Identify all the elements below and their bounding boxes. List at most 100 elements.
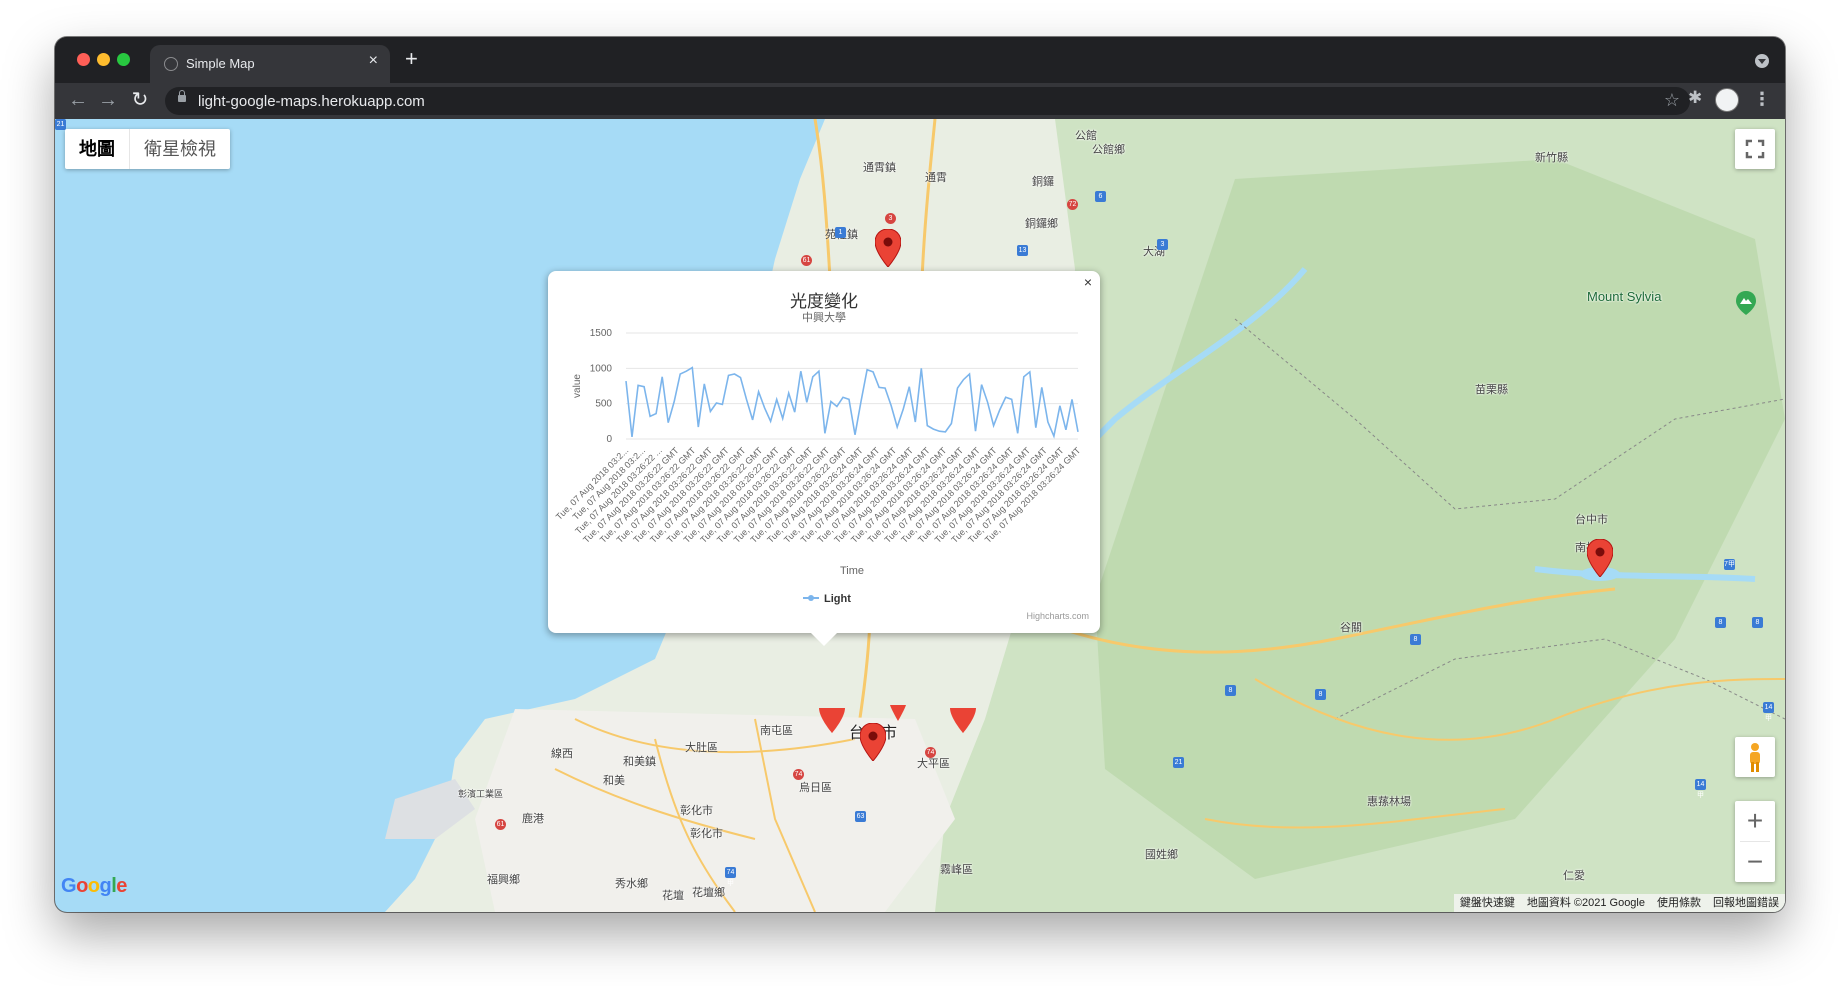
map-label: 大平區 — [917, 758, 950, 770]
minimize-window-button[interactable] — [97, 53, 110, 66]
browser-window: Simple Map × + ← → ↻ light-google-maps.h… — [55, 37, 1785, 912]
series-line-light — [625, 366, 1079, 439]
legend-item-light[interactable]: Light — [824, 593, 851, 605]
back-button[interactable]: ← — [65, 87, 91, 113]
map-marker-pin[interactable] — [885, 705, 911, 721]
map-label: 大肚區 — [685, 742, 718, 754]
report-error-link[interactable]: 回報地圖錯誤 — [1713, 894, 1779, 912]
map-label: 彰化市 — [690, 828, 723, 840]
map-label: 烏日區 — [799, 782, 832, 794]
pegman-icon — [1750, 743, 1760, 772]
address-bar[interactable]: light-google-maps.herokuapp.com ☆ — [165, 87, 1690, 115]
map-marker-pin[interactable] — [819, 705, 845, 733]
route-shield: 8 — [1410, 634, 1421, 645]
map-label: 鹿港 — [522, 813, 544, 825]
browser-toolbar: ← → ↻ light-google-maps.herokuapp.com ☆ … — [55, 83, 1785, 119]
map-label: 苗栗縣 — [1475, 384, 1508, 396]
map-label: 福興鄉 — [487, 874, 520, 886]
map-label: 彰化市 — [680, 805, 713, 817]
bookmark-star-icon[interactable]: ☆ — [1664, 90, 1680, 111]
profile-avatar[interactable] — [1715, 88, 1739, 112]
map-label: 彰濱工業區 — [458, 789, 504, 799]
map-label: 花壇 — [662, 890, 684, 902]
route-shield: 6 — [1095, 191, 1106, 202]
map-label: 霧峰區 — [940, 864, 973, 876]
map-label: 和美鎮 — [623, 756, 656, 768]
info-window: × 光度變化 中興大學 0 500 1000 1500 value Tue, 07 Aug… — [548, 271, 1100, 646]
route-shield: 74 — [793, 769, 804, 780]
fullscreen-button[interactable] — [1735, 129, 1775, 169]
url-text: light-google-maps.herokuapp.com — [198, 93, 425, 110]
map-type-map-button[interactable]: 地圖 — [65, 129, 130, 169]
map-label: 台中市 — [1575, 514, 1608, 526]
map-label: 秀水鄉 — [615, 878, 648, 890]
google-logo[interactable]: Google — [61, 875, 127, 898]
y-tick-label: 500 — [595, 399, 612, 410]
new-tab-button[interactable]: + — [405, 48, 418, 70]
route-shield: 74甲 — [725, 867, 736, 887]
route-shield: 63 — [855, 811, 866, 822]
map-marker-pin[interactable] — [860, 723, 886, 761]
zoom-out-button[interactable]: − — [1735, 842, 1775, 882]
y-tick-label: 0 — [606, 434, 612, 445]
tab-title: Simple Map — [186, 56, 255, 71]
map-attribution: 鍵盤快速鍵 地圖資料 ©2021 Google 使用條款 回報地圖錯誤 — [1453, 894, 1785, 912]
map-label: 銅鑼鄉 — [1025, 218, 1058, 230]
zoom-in-button[interactable]: + — [1735, 801, 1775, 841]
extensions-icon[interactable]: ✱ — [1688, 88, 1702, 108]
title-bar: Simple Map × + — [55, 37, 1785, 83]
route-shield: 8 — [1225, 685, 1236, 696]
map-type-control: 地圖 衛星檢視 — [65, 129, 230, 169]
x-axis-title: Time — [840, 565, 864, 577]
maximize-window-button[interactable] — [117, 53, 130, 66]
map-label: 通霄 — [925, 172, 947, 184]
close-window-button[interactable] — [77, 53, 90, 66]
map-label: 公館鄉 — [1092, 144, 1125, 156]
map-label: 國姓鄉 — [1145, 849, 1178, 861]
street-view-pegman-button[interactable] — [1735, 737, 1775, 777]
map-label: 仁愛 — [1563, 870, 1585, 882]
globe-icon — [164, 57, 178, 71]
mountain-icon[interactable] — [1736, 291, 1756, 315]
route-shield: 3 — [885, 213, 896, 224]
map-marker-pin[interactable] — [875, 229, 901, 267]
forward-button[interactable]: → — [95, 87, 121, 113]
browser-menu-icon[interactable]: ⋮ — [1753, 89, 1771, 110]
tab-search-icon[interactable] — [1755, 54, 1769, 68]
map-label: 通霄鎮 — [863, 162, 896, 174]
browser-tab[interactable]: Simple Map × — [150, 45, 390, 83]
terms-link[interactable]: 使用條款 — [1657, 894, 1701, 912]
highcharts-credits[interactable]: Highcharts.com — [1026, 611, 1089, 621]
keyboard-shortcuts-link[interactable]: 鍵盤快速鍵 — [1460, 894, 1515, 912]
map-marker-pin[interactable] — [1587, 539, 1613, 577]
route-shield: 14甲 — [1695, 779, 1706, 799]
route-shield: 8 — [1315, 689, 1326, 700]
map-marker-pin[interactable] — [950, 705, 976, 733]
map-label: 南屯區 — [760, 725, 793, 737]
y-tick-label: 1000 — [590, 363, 613, 374]
route-shield: 21 — [1173, 757, 1184, 768]
map-label: 線西 — [551, 748, 573, 760]
y-axis-title: value — [572, 374, 583, 398]
route-shield: 72 — [1067, 199, 1078, 210]
map-label: 和美 — [603, 775, 625, 787]
map-data-credit: 地圖資料 ©2021 Google — [1526, 897, 1645, 909]
route-shield: 1 — [835, 227, 846, 238]
route-shield: 7甲 — [1724, 559, 1735, 570]
lock-icon — [178, 90, 186, 102]
map-label: 谷關 — [1340, 622, 1362, 634]
zoom-control: + − — [1735, 801, 1775, 882]
close-tab-icon[interactable]: × — [369, 52, 378, 70]
y-tick-label: 1500 — [590, 328, 613, 339]
map-label: 惠蓀林場 — [1367, 796, 1411, 808]
fullscreen-icon — [1745, 139, 1765, 159]
route-shield: 61 — [801, 255, 812, 266]
route-shield: 61 — [495, 819, 506, 830]
light-chart: 050010001500valueTue, 07 Aug 2018 03:2..… — [554, 328, 1083, 605]
map-label: Mount Sylvia — [1587, 289, 1662, 304]
map-type-satellite-button[interactable]: 衛星檢視 — [130, 129, 230, 169]
route-shield: 8 — [1752, 617, 1763, 628]
reload-button[interactable]: ↻ — [127, 87, 153, 113]
route-shield: 74 — [925, 747, 936, 758]
route-shield: 14甲 — [1763, 702, 1774, 722]
